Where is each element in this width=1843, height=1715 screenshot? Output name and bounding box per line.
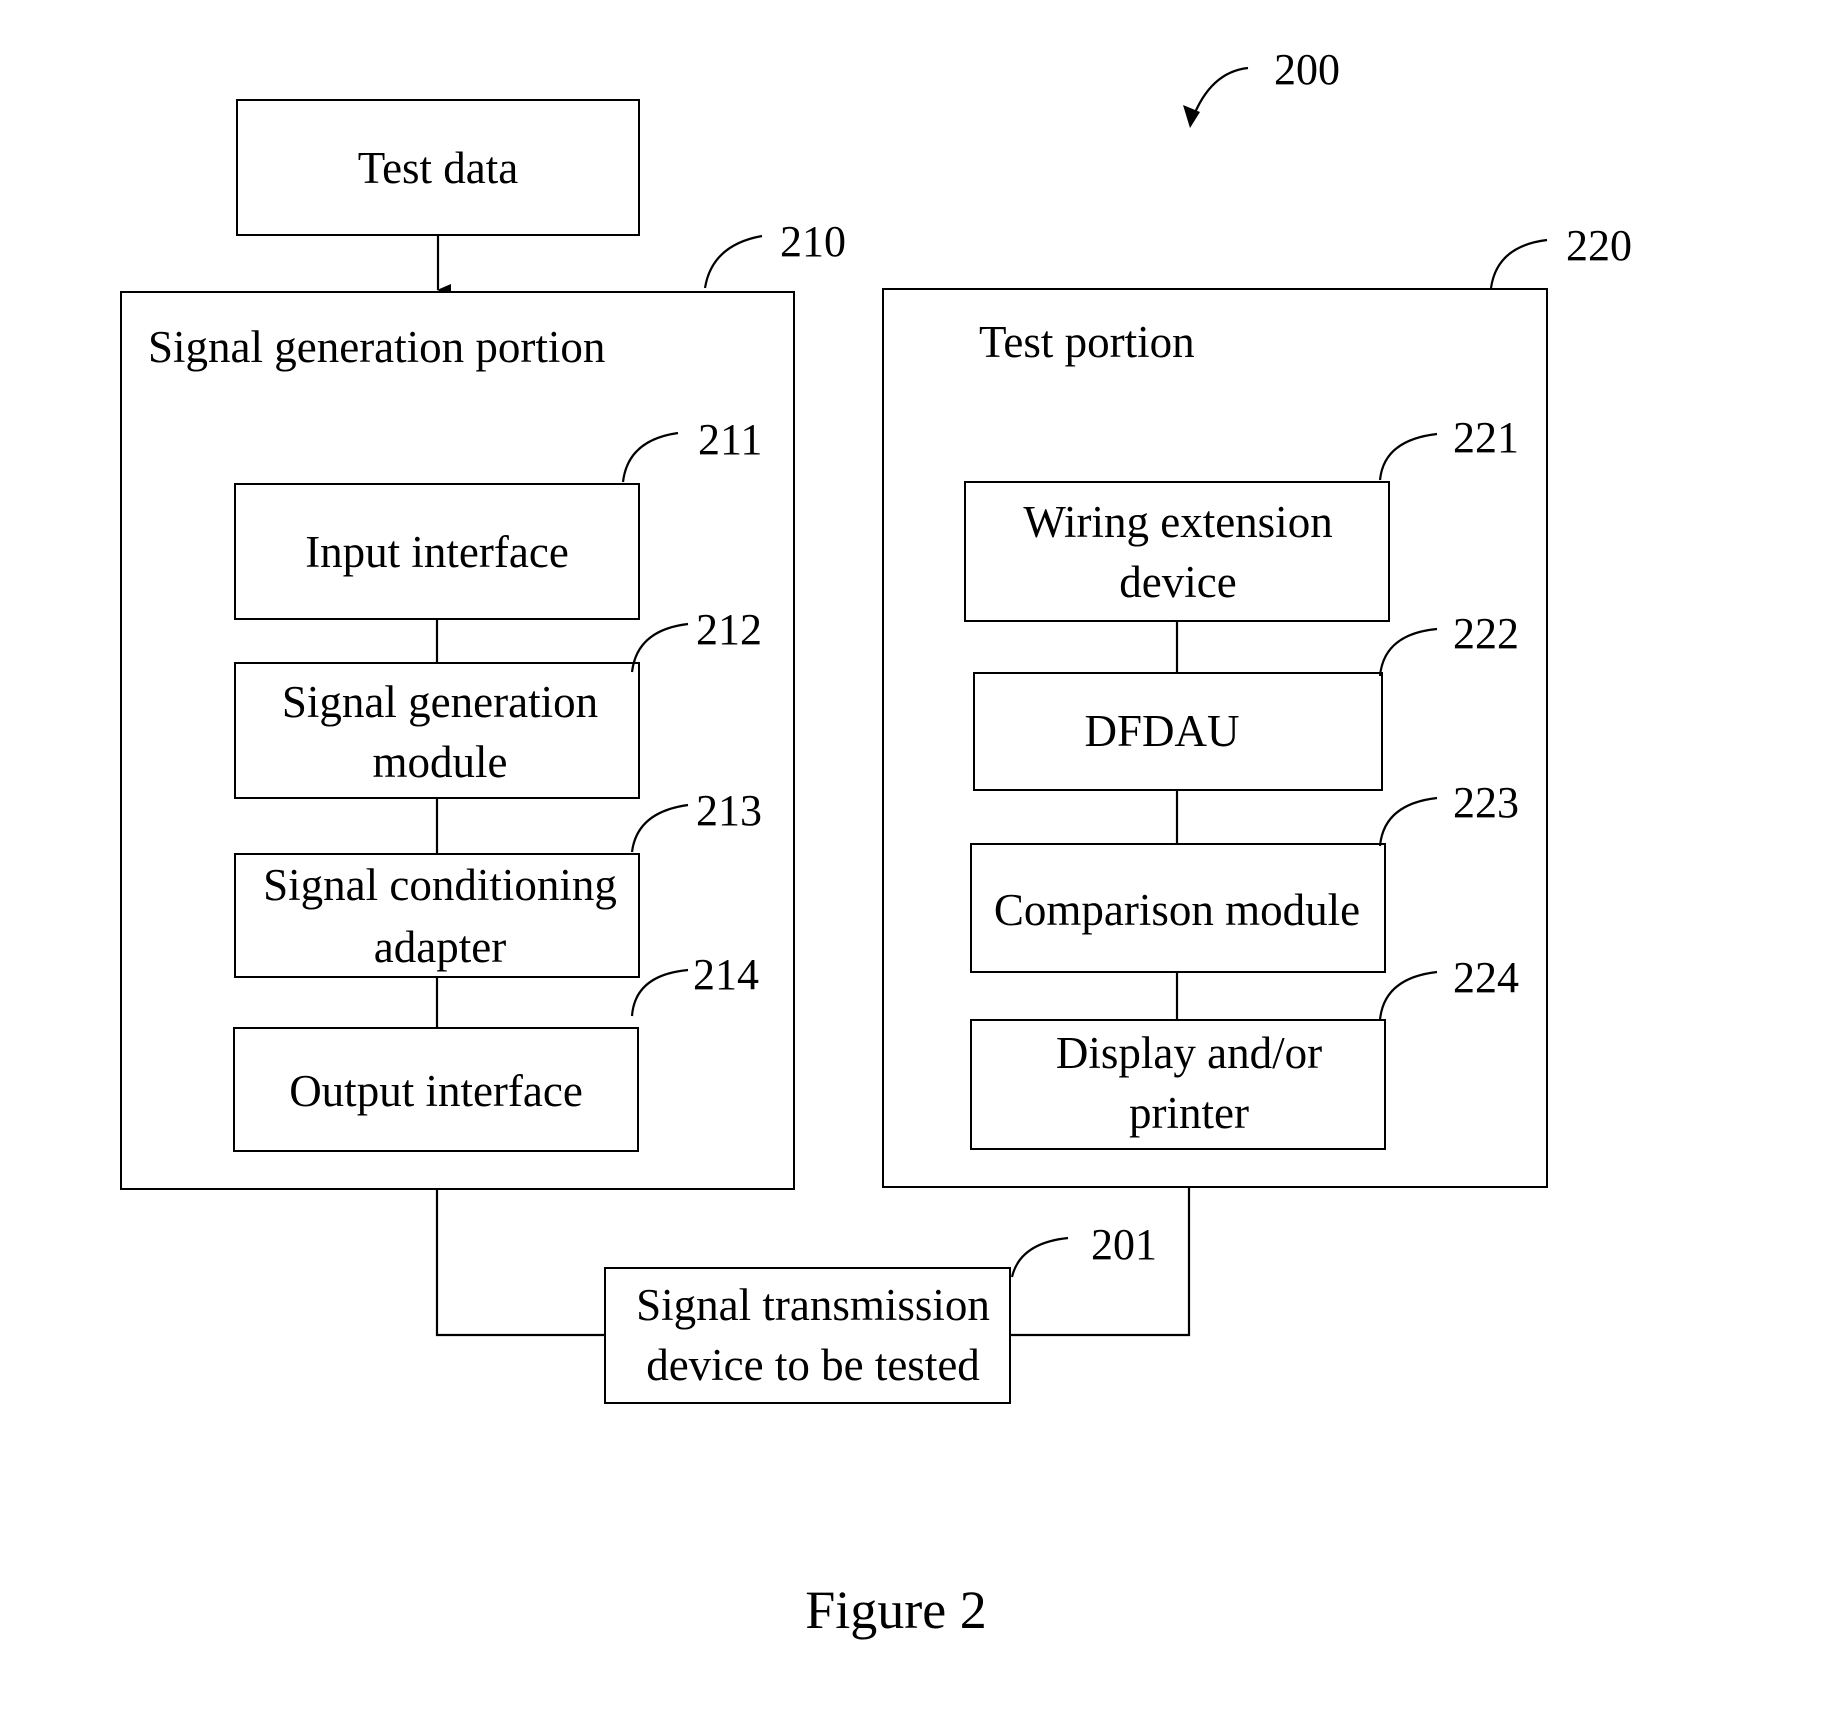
ref-221: 221 — [1453, 413, 1519, 462]
signal-generation-portion-title: Signal generation portion — [148, 322, 605, 372]
ref-211: 211 — [698, 415, 762, 464]
ref-223: 223 — [1453, 778, 1519, 827]
display-printer-line2: printer — [1129, 1088, 1249, 1138]
ref-212: 212 — [696, 605, 762, 654]
signal-conditioning-adapter-line2: adapter — [374, 922, 506, 972]
signal-generation-module-line2: module — [373, 737, 508, 787]
ref-214: 214 — [693, 950, 759, 999]
figure-ref-label: 200 — [1274, 45, 1340, 94]
display-printer-line1: Display and/or — [1056, 1028, 1322, 1078]
wiring-extension-device-line2: device — [1119, 557, 1236, 607]
leader-210 — [703, 234, 763, 289]
wiring-extension-device-line1: Wiring extension — [1023, 497, 1332, 547]
ref-213: 213 — [696, 786, 762, 835]
leader-201 — [1010, 1236, 1069, 1278]
figure-ref-arrow-icon — [1190, 66, 1249, 121]
device-under-test: Signal transmission device to be tested … — [604, 1220, 1157, 1404]
figure-caption: Figure 2 — [805, 1580, 987, 1640]
ref-220: 220 — [1566, 221, 1632, 270]
signal-conditioning-adapter-line1: Signal conditioning — [263, 860, 617, 910]
ref-224: 224 — [1453, 953, 1519, 1002]
leader-220 — [1489, 238, 1548, 289]
test-data-block: Test data — [236, 99, 640, 236]
ref-222: 222 — [1453, 609, 1519, 658]
output-interface-label: Output interface — [289, 1066, 583, 1116]
ref-210: 210 — [780, 217, 846, 266]
input-interface-label: Input interface — [305, 527, 569, 577]
device-under-test-line2: device to be tested — [646, 1340, 980, 1390]
dfdau-label: DFDAU — [1084, 706, 1239, 756]
ref-201: 201 — [1091, 1220, 1157, 1269]
diagram: 200 Test data Signal generation portion … — [120, 45, 1632, 1640]
connector-sgp-to-dut — [435, 1189, 605, 1337]
comparison-module-label: Comparison module — [994, 885, 1360, 935]
signal-generation-portion: Signal generation portion 210 Input inte… — [120, 217, 846, 1190]
device-under-test-line1: Signal transmission — [636, 1280, 990, 1330]
test-portion: Test portion 220 Wiring extension device… — [882, 221, 1632, 1188]
test-data-label: Test data — [358, 143, 519, 193]
figure-ref-200: 200 — [1183, 45, 1340, 128]
signal-generation-module-line1: Signal generation — [282, 677, 598, 727]
test-portion-title: Test portion — [979, 317, 1195, 367]
